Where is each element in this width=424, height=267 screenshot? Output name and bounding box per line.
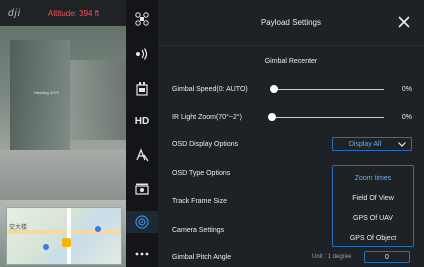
osd-display-label: OSD Display Options [172, 141, 239, 148]
payload-icon[interactable] [126, 78, 158, 100]
camera-settings-label[interactable]: Camera Settings [172, 227, 224, 234]
osd-type-label[interactable]: OSD Type Options [172, 170, 230, 177]
ir-zoom-label: IR Light Zoom(70°~2°) [172, 114, 242, 121]
ir-zoom-slider[interactable] [272, 117, 384, 118]
pitch-angle-unit: Unit : 1 degree [312, 254, 352, 260]
map-poi-dot [43, 244, 49, 250]
ir-zoom-value: 0% [401, 114, 412, 121]
more-icon[interactable] [126, 243, 158, 265]
camera-road [0, 150, 126, 200]
text-recognition-icon[interactable] [126, 144, 158, 166]
panel-divider [158, 45, 424, 46]
camera-overlay-text: Heading 4375 [34, 90, 59, 95]
brand-logo: dji [8, 8, 22, 19]
gimbal-speed-slider-handle[interactable] [270, 85, 278, 93]
top-status-bar: dji Altitude: 394 ft [0, 0, 126, 26]
menu-item-field-of-view[interactable]: Field Of View [333, 188, 413, 208]
track-frame-label[interactable]: Track Frame Size [172, 198, 227, 205]
close-icon [398, 16, 410, 28]
hd-icon[interactable]: HD [126, 110, 158, 132]
target-icon[interactable] [126, 211, 158, 233]
settings-icon-bar: HD [126, 0, 158, 267]
camera-feed: Heading 4375 dji Altitude: 394 ft 交大楼 [0, 0, 126, 267]
pitch-angle-label: Gimbal Pitch Angle [172, 254, 232, 261]
gimbal-speed-slider[interactable] [274, 89, 384, 90]
hd-label: HD [134, 115, 150, 127]
osd-type-menu: Zoom times Field Of View GPS Of UAV GPS … [332, 165, 414, 247]
map-label: 交大楼 [9, 225, 28, 231]
menu-item-gps-uav[interactable]: GPS Of UAV [333, 208, 413, 228]
menu-item-zoom-times[interactable]: Zoom times [333, 168, 413, 188]
altitude-readout: Altitude: 394 ft [48, 9, 100, 18]
gimbal-recenter-button[interactable]: Gimbal Recenter [158, 58, 424, 65]
drone-icon[interactable] [126, 8, 158, 30]
menu-item-gps-object[interactable]: GPS Of Object [333, 228, 413, 248]
camera-icon[interactable] [126, 178, 158, 200]
camera-building [10, 40, 70, 150]
pitch-angle-input[interactable] [364, 251, 410, 263]
osd-display-selected: Display All [348, 140, 382, 148]
gimbal-speed-value: 0% [401, 86, 412, 93]
close-button[interactable] [396, 14, 412, 30]
map-road-vertical [67, 208, 71, 264]
signal-icon[interactable] [126, 43, 158, 65]
map-poi-dot [95, 226, 101, 232]
payload-settings-panel: Payload Settings Gimbal Recenter Gimbal … [158, 0, 424, 267]
gimbal-speed-label: Gimbal Speed(0: AUTO) [172, 86, 248, 93]
map-drone-marker [62, 238, 71, 247]
ir-zoom-slider-handle[interactable] [268, 113, 276, 121]
osd-display-dropdown[interactable]: Display All [332, 137, 412, 151]
panel-title: Payload Settings [260, 18, 322, 27]
mini-map[interactable]: 交大楼 [6, 207, 122, 265]
camera-building-right [70, 60, 126, 140]
chevron-down-icon [397, 139, 407, 149]
